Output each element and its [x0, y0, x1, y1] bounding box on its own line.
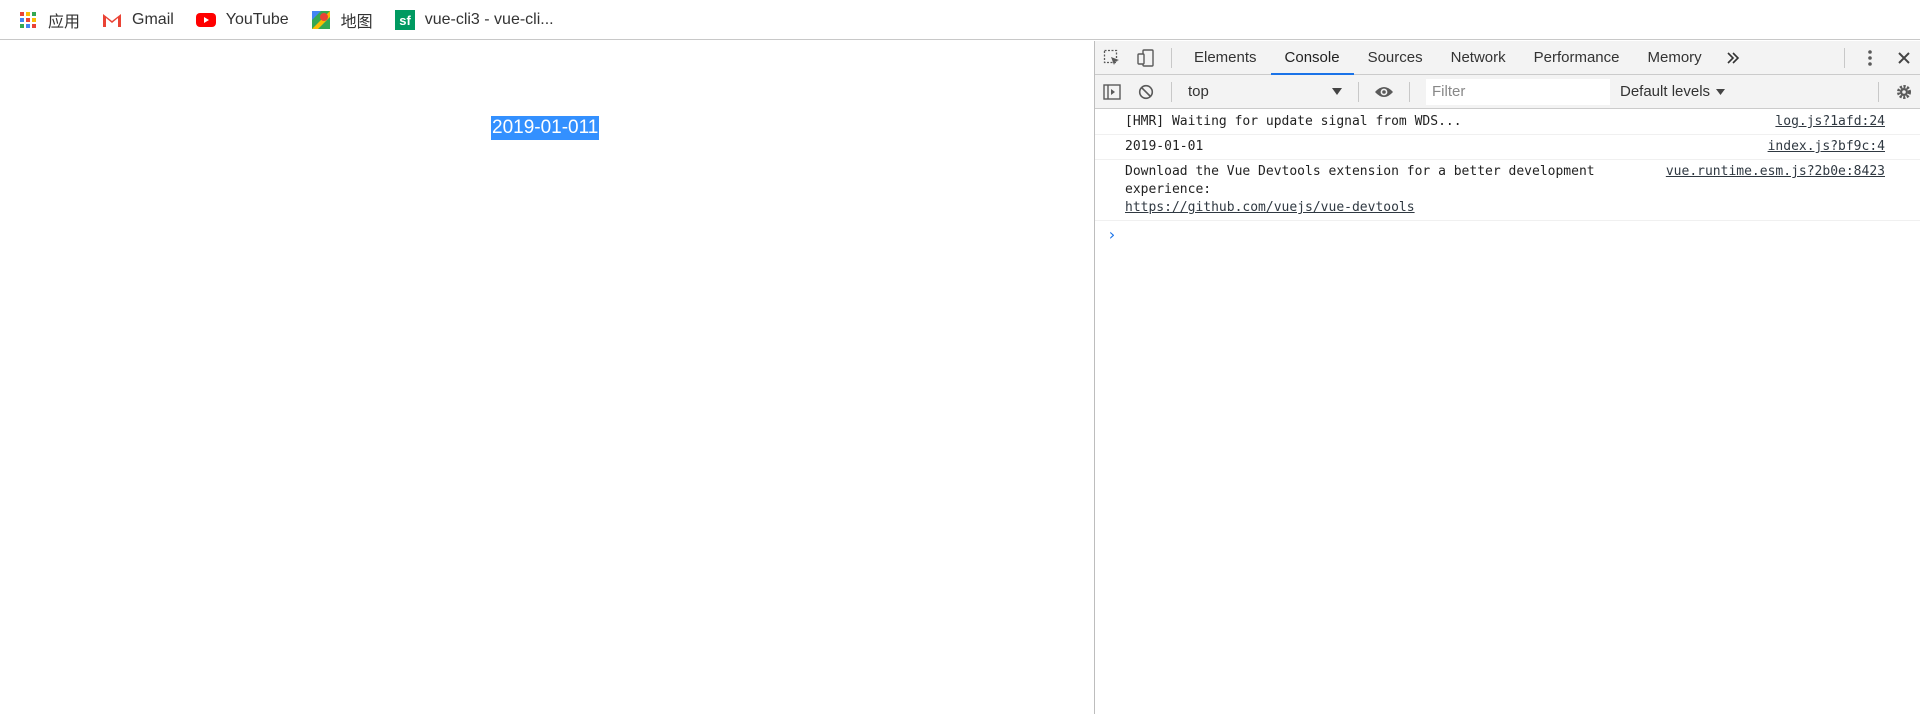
- segmentfault-icon: sf: [394, 9, 415, 30]
- divider: [1878, 81, 1879, 102]
- bookmarks-bar: 应用 Gmail YouTube 地图 sf vue-cli3 - vue-cl…: [0, 0, 1920, 40]
- source-link[interactable]: index.js?bf9c:4: [1768, 138, 1885, 156]
- log-levels-dropdown[interactable]: Default levels: [1620, 83, 1726, 100]
- filter-placeholder: Filter: [1432, 83, 1466, 100]
- divider: [1409, 81, 1410, 102]
- bookmark-label: 应用: [48, 13, 81, 31]
- devtools-tabbar: Elements Console Sources Network Perform…: [1095, 41, 1920, 75]
- svg-text:sf: sf: [399, 13, 411, 28]
- console-message: 2019-01-01 index.js?bf9c:4: [1095, 135, 1920, 160]
- dropdown-arrow-icon: [1716, 83, 1726, 100]
- gmail-icon: [102, 10, 122, 30]
- customize-menu-kebab-icon[interactable]: [1853, 41, 1887, 75]
- tab-sources[interactable]: Sources: [1354, 41, 1437, 74]
- bookmark-gmail[interactable]: Gmail: [102, 4, 184, 36]
- device-toolbar-icon[interactable]: [1129, 41, 1163, 75]
- more-tabs-chevron-icon[interactable]: [1716, 41, 1750, 75]
- context-value: top: [1188, 83, 1209, 100]
- console-settings-gear-icon[interactable]: [1887, 75, 1920, 109]
- bookmark-apps[interactable]: 应用: [18, 4, 90, 36]
- tab-elements[interactable]: Elements: [1180, 41, 1271, 74]
- clear-console-icon[interactable]: [1129, 75, 1163, 109]
- bookmark-label: vue-cli3 - vue-cli...: [424, 10, 554, 28]
- tab-network[interactable]: Network: [1437, 41, 1520, 74]
- page-viewport: 2019-01-011: [0, 41, 1094, 714]
- source-link[interactable]: vue.runtime.esm.js?2b0e:8423: [1666, 163, 1885, 181]
- divider: [1358, 81, 1359, 102]
- message-text: Download the Vue Devtools extension for …: [1125, 163, 1645, 217]
- selected-date-text[interactable]: 2019-01-011: [491, 116, 600, 140]
- levels-label: Default levels: [1620, 83, 1711, 100]
- message-text-content: Download the Vue Devtools extension for …: [1125, 164, 1595, 197]
- maps-icon: [311, 10, 331, 30]
- divider: [1171, 81, 1172, 102]
- bookmark-label: 地图: [340, 13, 373, 31]
- console-messages: [HMR] Waiting for update signal from WDS…: [1095, 110, 1920, 244]
- close-icon[interactable]: [1887, 41, 1920, 75]
- prompt-chevron-icon: ›: [1107, 225, 1117, 244]
- inspect-element-icon[interactable]: [1095, 41, 1129, 75]
- divider: [1844, 47, 1845, 68]
- tab-memory[interactable]: Memory: [1634, 41, 1716, 74]
- message-text: 2019-01-01: [1125, 139, 1204, 154]
- dropdown-arrow-icon: [1332, 83, 1342, 100]
- console-message: Download the Vue Devtools extension for …: [1095, 160, 1920, 221]
- console-message: [HMR] Waiting for update signal from WDS…: [1095, 110, 1920, 135]
- youtube-icon: [195, 10, 216, 30]
- bookmark-label: Gmail: [132, 10, 174, 28]
- bookmark-youtube[interactable]: YouTube: [195, 4, 299, 36]
- divider: [1171, 48, 1172, 68]
- bookmark-vue-cli3[interactable]: sf vue-cli3 - vue-cli...: [394, 4, 564, 36]
- devtools-url-link[interactable]: https://github.com/vuejs/vue-devtools: [1125, 200, 1415, 215]
- apps-grid-icon: [18, 10, 38, 30]
- source-link[interactable]: log.js?1afd:24: [1775, 113, 1885, 131]
- bookmark-label: YouTube: [225, 10, 289, 28]
- tab-performance[interactable]: Performance: [1520, 41, 1634, 74]
- console-prompt[interactable]: ›: [1095, 221, 1920, 244]
- show-sidebar-icon[interactable]: [1095, 75, 1129, 109]
- message-text: [HMR] Waiting for update signal from WDS…: [1125, 114, 1462, 129]
- bookmark-maps[interactable]: 地图: [311, 4, 383, 36]
- live-expression-eye-icon[interactable]: [1367, 75, 1401, 109]
- devtools-panel: Elements Console Sources Network Perform…: [1094, 41, 1920, 714]
- tab-console[interactable]: Console: [1270, 41, 1354, 75]
- console-toolbar: top Filter Default levels: [1095, 75, 1920, 109]
- filter-input[interactable]: Filter: [1426, 78, 1610, 105]
- context-selector[interactable]: top: [1180, 79, 1350, 105]
